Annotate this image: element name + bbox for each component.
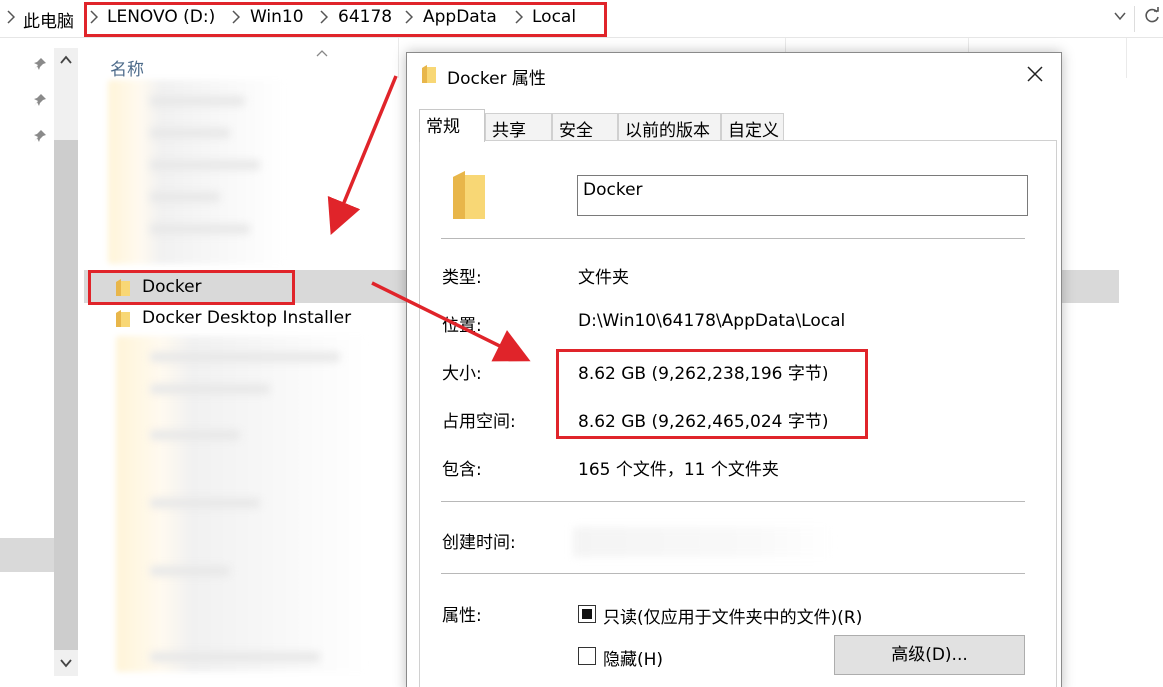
- breadcrumb-this-pc[interactable]: 此电脑: [23, 7, 74, 32]
- redacted-line: [150, 128, 230, 138]
- sort-ascending-icon: [316, 42, 328, 57]
- redacted-line: [150, 352, 340, 362]
- folder-icon: [116, 310, 130, 327]
- properties-dialog: Docker 属性 常规 共享 安全 以前的版本 自定义 Docker 类型: …: [406, 52, 1062, 687]
- divider: [441, 573, 1025, 574]
- disk-size-label: 占用空间:: [442, 412, 516, 432]
- pin-icon: [33, 56, 47, 70]
- column-header-name[interactable]: 名称: [110, 55, 144, 80]
- nav-scrollbar-thumb[interactable]: [54, 140, 78, 650]
- hidden-label[interactable]: 隐藏(H): [603, 645, 663, 670]
- redacted-line: [150, 384, 270, 394]
- chevron-right-icon: [7, 10, 15, 24]
- tab-sharing[interactable]: 共享: [485, 113, 552, 141]
- created-label: 创建时间:: [442, 533, 516, 553]
- attributes-label: 属性:: [442, 606, 482, 626]
- tab-previous-versions[interactable]: 以前的版本: [618, 113, 721, 141]
- chevron-down-icon[interactable]: [1113, 9, 1127, 27]
- redacted-line: [150, 652, 320, 662]
- divider: [441, 501, 1025, 502]
- redacted-line: [150, 160, 260, 170]
- divider: [441, 238, 1025, 239]
- type-value: 文件夹: [578, 268, 629, 288]
- redacted-line: [150, 430, 240, 440]
- readonly-checkbox[interactable]: [578, 605, 596, 623]
- tab-customize[interactable]: 自定义: [721, 113, 784, 141]
- file-item-name: Docker Desktop Installer: [142, 308, 352, 328]
- redacted-line: [150, 96, 245, 106]
- size-highlight-box: [556, 349, 868, 439]
- hidden-checkbox[interactable]: [578, 647, 596, 665]
- advanced-button[interactable]: 高级(D)...: [834, 635, 1025, 675]
- redacted-created-time: [573, 527, 833, 557]
- docker-row-highlight-box: [88, 270, 295, 305]
- arrow-to-docker: [327, 75, 398, 235]
- dialog-title: Docker 属性: [447, 69, 546, 89]
- tab-security[interactable]: 安全: [552, 113, 618, 141]
- contains-value: 165 个文件，11 个文件夹: [578, 460, 779, 480]
- folder-icon: [422, 65, 436, 83]
- column-divider: [1126, 38, 1127, 78]
- column-divider: [398, 38, 399, 78]
- location-value: D:\Win10\64178\AppData\Local: [578, 311, 846, 331]
- type-label: 类型:: [442, 268, 482, 288]
- folder-name-input[interactable]: Docker: [577, 175, 1028, 216]
- redacted-line: [150, 498, 260, 508]
- tab-general[interactable]: 常规: [419, 109, 485, 142]
- scroll-up-icon[interactable]: [58, 52, 74, 68]
- close-icon[interactable]: [1024, 63, 1046, 85]
- nav-selected-item[interactable]: [0, 538, 54, 572]
- redacted-line: [150, 566, 230, 576]
- contains-label: 包含:: [442, 460, 482, 480]
- redacted-file-items: [108, 80, 286, 264]
- scroll-down-icon[interactable]: [58, 655, 74, 671]
- folder-large-icon: [451, 169, 487, 221]
- pin-icon: [33, 128, 47, 142]
- breadcrumb-highlight-box: [84, 2, 607, 37]
- readonly-label[interactable]: 只读(仅应用于文件夹中的文件)(R): [603, 603, 862, 628]
- pin-icon: [33, 92, 47, 106]
- refresh-icon[interactable]: [1143, 7, 1161, 29]
- indeterminate-mark: [582, 609, 592, 619]
- location-label: 位置:: [442, 316, 482, 336]
- redacted-line: [150, 224, 250, 234]
- address-bar[interactable]: 此电脑 LENOVO (D:) Win10 64178 AppData Loca…: [0, 0, 1163, 38]
- address-divider: [1134, 6, 1135, 32]
- redacted-line: [150, 192, 220, 202]
- size-label: 大小:: [442, 364, 482, 384]
